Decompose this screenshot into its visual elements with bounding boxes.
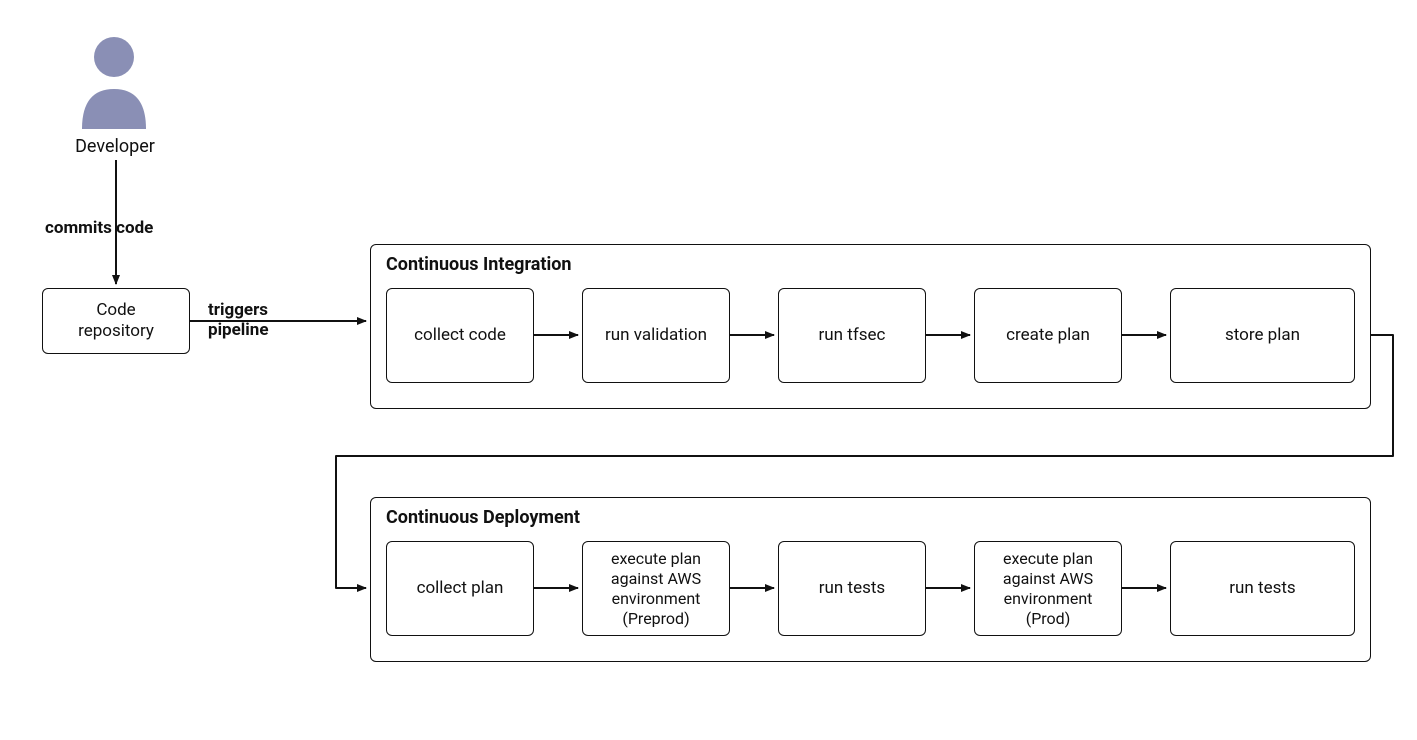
cd-step-collect-plan: collect plan [386, 541, 534, 636]
cd-step-run-tests-1: run tests [778, 541, 926, 636]
code-repo-label-line1: Code [96, 300, 135, 320]
developer-label: Developer [60, 136, 170, 157]
code-repo-label-line2: repository [78, 321, 154, 341]
edge-label-triggers: triggers pipeline [208, 300, 269, 341]
ci-title: Continuous Integration [386, 254, 572, 275]
developer-actor-icon [78, 29, 150, 129]
cd-title: Continuous Deployment [386, 507, 580, 528]
ci-step-store-plan: store plan [1170, 288, 1355, 383]
edge-label-commits: commits code [45, 218, 153, 238]
ci-step-run-validation: run validation [582, 288, 730, 383]
cd-step-execute-preprod: execute plan against AWS environment (Pr… [582, 541, 730, 636]
ci-step-run-tfsec: run tfsec [778, 288, 926, 383]
diagram-canvas: Developer Code repository commits code t… [0, 0, 1417, 740]
code-repository-node: Code repository [42, 288, 190, 354]
cd-step-run-tests-2: run tests [1170, 541, 1355, 636]
ci-step-collect-code: collect code [386, 288, 534, 383]
ci-step-create-plan: create plan [974, 288, 1122, 383]
cd-step-execute-prod: execute plan against AWS environment (Pr… [974, 541, 1122, 636]
